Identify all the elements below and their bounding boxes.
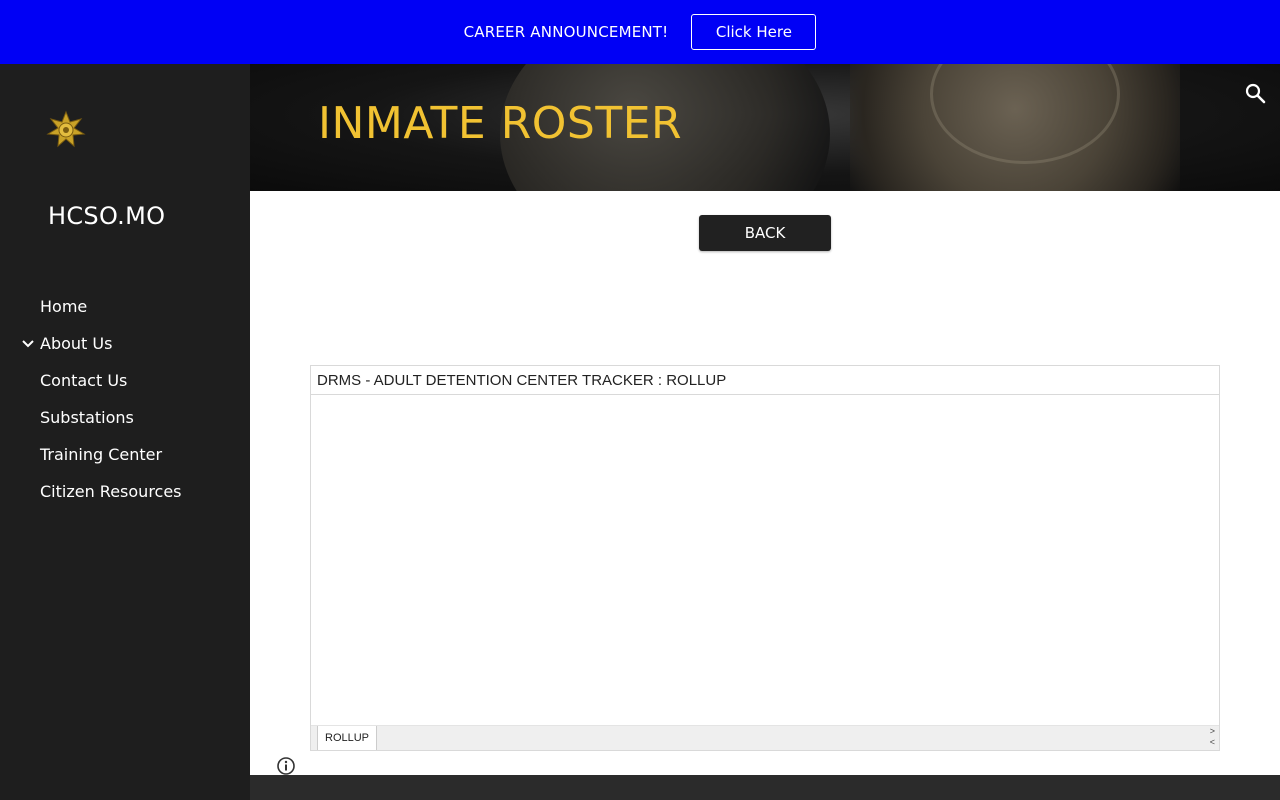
scroll-left-arrow[interactable]: < (1210, 737, 1215, 748)
nav-item-label: Training Center (40, 445, 163, 464)
nav-item-substations[interactable]: Substations (0, 399, 250, 436)
page-title: INMATE ROSTER (318, 98, 683, 149)
nav-item-citizen-resources[interactable]: Citizen Resources (0, 473, 250, 510)
nav-item-home[interactable]: Home (0, 288, 250, 325)
click-here-button[interactable]: Click Here (691, 14, 817, 50)
nav-item-label: About Us (40, 334, 113, 353)
announcement-bar: CAREER ANNOUNCEMENT! Click Here (0, 0, 1280, 64)
sheet-tab-rollup[interactable]: ROLLUP (317, 726, 378, 750)
back-button[interactable]: BACK (699, 215, 831, 251)
nav-item-label: Contact Us (40, 371, 128, 390)
main-content: BACK DRMS - ADULT DETENTION CENTER TRACK… (250, 191, 1280, 775)
sheet-scroll-arrows[interactable]: > < (1210, 726, 1215, 748)
sidebar-nav: Home About Us Contact Us Substations Tra… (0, 288, 250, 510)
chevron-down-icon[interactable] (21, 337, 35, 351)
scroll-right-arrow[interactable]: > (1210, 726, 1215, 737)
nav-item-contact-us[interactable]: Contact Us (0, 362, 250, 399)
nav-item-training-center[interactable]: Training Center (0, 436, 250, 473)
sheet-tab-bar: ROLLUP > < (311, 725, 1219, 750)
nav-item-label: Citizen Resources (40, 482, 182, 501)
sidebar: HCSO.MO Home About Us Contact Us Substat… (0, 64, 250, 800)
header-banner: INMATE ROSTER (250, 64, 1280, 191)
search-icon[interactable] (1244, 82, 1266, 104)
nav-item-label: Home (40, 297, 88, 316)
nav-item-about-us[interactable]: About Us (0, 325, 250, 362)
info-icon[interactable] (276, 756, 296, 776)
embedded-spreadsheet[interactable]: DRMS - ADULT DETENTION CENTER TRACKER : … (310, 365, 1220, 751)
sheet-title: DRMS - ADULT DETENTION CENTER TRACKER : … (311, 366, 1219, 395)
nav-item-label: Substations (40, 408, 134, 427)
announcement-text: CAREER ANNOUNCEMENT! (463, 23, 669, 41)
sheet-body[interactable] (311, 395, 1219, 725)
footer-bar (250, 775, 1280, 800)
site-title[interactable]: HCSO.MO (48, 202, 165, 230)
sheriff-star-icon[interactable] (46, 110, 86, 150)
